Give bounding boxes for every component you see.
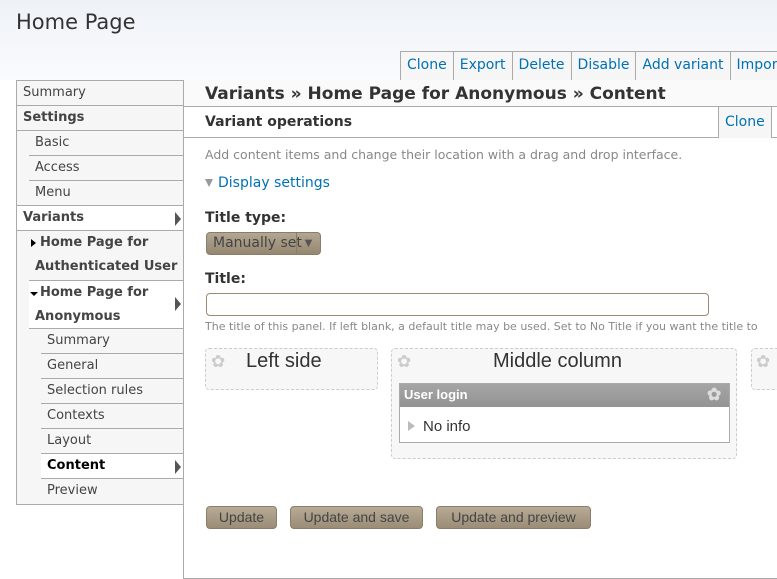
gear-icon[interactable]: ✿ <box>707 386 723 403</box>
sidebar-item-layout[interactable]: Layout <box>41 429 183 454</box>
arrow-right-icon <box>175 460 181 474</box>
title-input[interactable] <box>206 293 709 316</box>
sidebar-item-variant-anonymous[interactable]: Home Page for Anonymous <box>29 281 183 329</box>
sidebar-item-summary[interactable]: Summary <box>17 81 183 106</box>
sidebar-item-preview[interactable]: Preview <box>41 479 183 504</box>
content-description: Add content items and change their locat… <box>205 147 683 162</box>
region-right-side: ✿ <box>751 348 777 390</box>
sidebar-item-basic[interactable]: Basic <box>29 131 183 156</box>
arrow-right-icon <box>175 212 181 226</box>
tab-export[interactable]: Export <box>452 51 512 81</box>
sidebar-item-selection-rules[interactable]: Selection rules <box>41 379 183 404</box>
tab-import-variant[interactable]: Import v <box>729 51 777 81</box>
arrow-right-icon <box>175 297 181 311</box>
tab-clone[interactable]: Clone <box>400 51 453 81</box>
pane-user-login[interactable]: User login ✿ No info <box>399 383 730 443</box>
title-label: Title: <box>205 271 246 287</box>
tab-add-variant[interactable]: Add variant <box>635 51 730 81</box>
sidebar-item-settings[interactable]: Settings <box>17 106 183 131</box>
page-title: Home Page <box>16 10 136 34</box>
region-title: Middle column <box>493 350 622 372</box>
sidebar-item-access[interactable]: Access <box>29 156 183 181</box>
title-type-select[interactable]: Manually set ▼ <box>206 232 321 255</box>
breadcrumb: Variants » Home Page for Anonymous » Con… <box>184 80 777 107</box>
sidebar-item-variant-authenticated[interactable]: Home Page for Authenticated User <box>29 231 183 281</box>
region-title: Left side <box>246 350 322 372</box>
clone-variant-button[interactable]: Clone <box>718 107 772 138</box>
sidebar-item-summary-sub[interactable]: Summary <box>41 329 183 354</box>
sidebar-item-general[interactable]: General <box>41 354 183 379</box>
variant-operations-title: Variant operations <box>184 107 777 138</box>
triangle-down-icon <box>205 179 213 187</box>
sidebar-item-contexts[interactable]: Contexts <box>41 404 183 429</box>
tab-disable[interactable]: Disable <box>570 51 636 81</box>
sidebar-item-variants[interactable]: Variants <box>17 206 183 231</box>
update-button[interactable]: Update <box>206 506 277 529</box>
arrow-down-icon <box>30 292 38 296</box>
update-and-save-button[interactable]: Update and save <box>290 506 423 529</box>
sidebar-item-menu[interactable]: Menu <box>17 181 183 206</box>
title-type-label: Title type: <box>205 210 287 226</box>
region-left-side: ✿ Left side <box>205 348 378 390</box>
display-settings-toggle[interactable]: Display settings <box>205 175 330 191</box>
pane-body: No info <box>423 418 471 435</box>
sidebar: Summary Settings Basic Access Menu Varia… <box>16 80 184 505</box>
sidebar-item-content[interactable]: Content <box>41 454 183 479</box>
update-and-preview-button[interactable]: Update and preview <box>436 506 591 529</box>
gear-icon[interactable]: ✿ <box>211 354 227 371</box>
pane-title: User login <box>404 387 468 402</box>
gear-icon[interactable]: ✿ <box>397 354 413 371</box>
triangle-right-icon <box>408 421 415 431</box>
top-tabs: Clone Export Delete Disable Add variant … <box>400 51 777 81</box>
title-help-text: The title of this panel. If left blank, … <box>205 320 758 333</box>
chevron-down-icon: ▼ <box>296 233 320 254</box>
arrow-right-icon <box>31 239 36 247</box>
gear-icon[interactable]: ✿ <box>756 354 772 371</box>
tab-delete[interactable]: Delete <box>511 51 571 81</box>
